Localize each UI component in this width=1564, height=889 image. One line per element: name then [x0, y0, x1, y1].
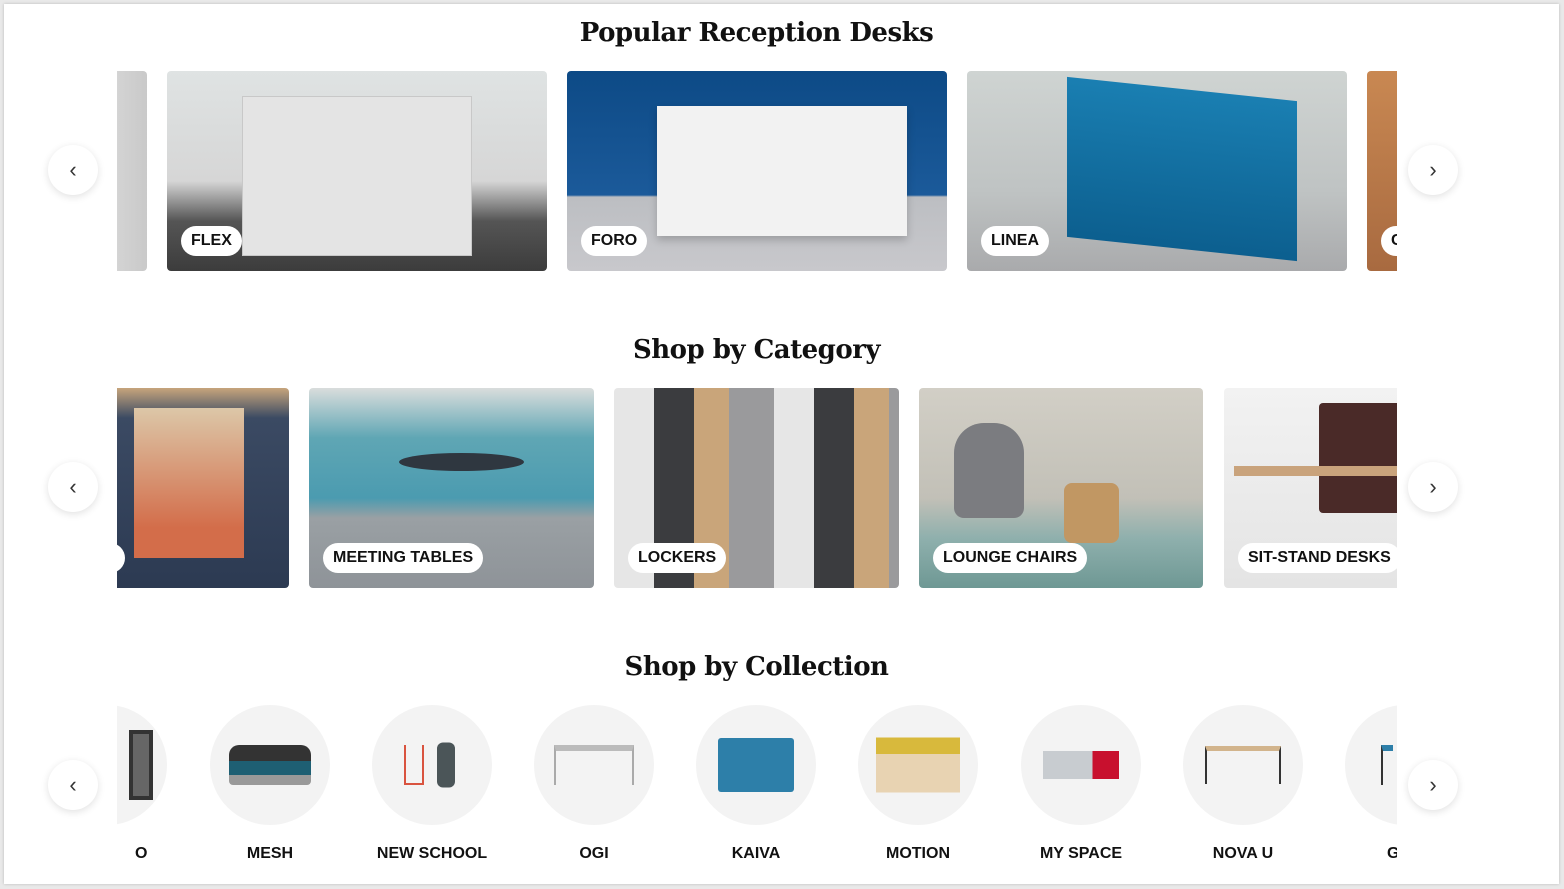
category-carousel: S MEETING TABLES LOCKERS LOUNGE CHAIRS S… — [117, 388, 1397, 588]
collection-item[interactable]: G — [1335, 705, 1397, 863]
collection-item-my-space[interactable]: MY SPACE — [1011, 705, 1151, 863]
collection-carousel: O MESH NEW SCHOOL OGI KAIVA MOTION MY SP… — [117, 705, 1397, 875]
page: Popular Reception Desks ‹ FLEX FORO LINE… — [4, 4, 1559, 884]
reception-carousel: FLEX FORO LINEA C — [117, 71, 1397, 271]
card-label: LOCKERS — [628, 543, 727, 573]
category-card[interactable]: S — [117, 388, 289, 588]
collection-image — [696, 705, 816, 825]
collection-label: NEW SCHOOL — [376, 845, 488, 862]
category-card-lockers[interactable]: LOCKERS — [614, 388, 899, 588]
reception-card-flex[interactable]: FLEX — [167, 71, 547, 271]
category-card-sit-stand-desks[interactable]: SIT-STAND DESKS — [1224, 388, 1397, 588]
card-label: C — [1381, 226, 1397, 256]
collection-label: NOVA U — [1212, 845, 1274, 862]
chevron-left-icon: ‹ — [69, 157, 77, 182]
reception-card[interactable] — [117, 71, 147, 271]
chevron-right-icon: › — [1429, 474, 1437, 499]
collection-label: OGI — [579, 845, 609, 862]
collection-label: KAIVA — [731, 845, 781, 862]
reception-card-foro[interactable]: FORO — [567, 71, 947, 271]
collection-item-kaiva[interactable]: KAIVA — [686, 705, 826, 863]
collection-image — [1021, 705, 1141, 825]
reception-card[interactable]: C — [1367, 71, 1397, 271]
category-next-button[interactable]: › — [1408, 462, 1458, 512]
collection-item-motion[interactable]: MOTION — [848, 705, 988, 863]
reception-prev-button[interactable]: ‹ — [48, 145, 98, 195]
collection-label: O — [135, 845, 148, 862]
reception-card-linea[interactable]: LINEA — [967, 71, 1347, 271]
category-prev-button[interactable]: ‹ — [48, 462, 98, 512]
card-label: FORO — [581, 226, 648, 256]
card-label: LOUNGE CHAIRS — [933, 543, 1088, 573]
chevron-right-icon: › — [1429, 157, 1437, 182]
card-label: LINEA — [981, 226, 1049, 256]
collection-next-button[interactable]: › — [1408, 760, 1458, 810]
chevron-left-icon: ‹ — [69, 772, 77, 797]
card-label: S — [117, 543, 125, 573]
reception-next-button[interactable]: › — [1408, 145, 1458, 195]
collection-label: MOTION — [886, 845, 950, 862]
collection-image — [858, 705, 978, 825]
collection-image — [372, 705, 492, 825]
category-card-meeting-tables[interactable]: MEETING TABLES — [309, 388, 594, 588]
collection-image — [117, 705, 167, 825]
chevron-right-icon: › — [1429, 772, 1437, 797]
collection-item-mesh[interactable]: MESH — [200, 705, 340, 863]
collection-prev-button[interactable]: ‹ — [48, 760, 98, 810]
collection-item[interactable]: O — [117, 705, 177, 863]
collection-item-nova-u[interactable]: NOVA U — [1173, 705, 1313, 863]
collection-label: G — [1387, 845, 1397, 862]
card-label: SIT-STAND DESKS — [1238, 543, 1397, 573]
collection-label: MY SPACE — [1039, 845, 1123, 862]
section-title-category: Shop by Category — [632, 335, 881, 365]
section-title-collection: Shop by Collection — [624, 652, 889, 682]
category-card-lounge-chairs[interactable]: LOUNGE CHAIRS — [919, 388, 1203, 588]
collection-image — [210, 705, 330, 825]
collection-item-ogi[interactable]: OGI — [524, 705, 664, 863]
card-label: FLEX — [181, 226, 242, 256]
collection-label: MESH — [246, 845, 294, 862]
section-title-reception: Popular Reception Desks — [579, 18, 934, 48]
collection-image — [1183, 705, 1303, 825]
collection-image — [1345, 705, 1397, 825]
card-label: MEETING TABLES — [323, 543, 484, 573]
collection-item-new-school[interactable]: NEW SCHOOL — [362, 705, 502, 863]
chevron-left-icon: ‹ — [69, 474, 77, 499]
collection-image — [534, 705, 654, 825]
